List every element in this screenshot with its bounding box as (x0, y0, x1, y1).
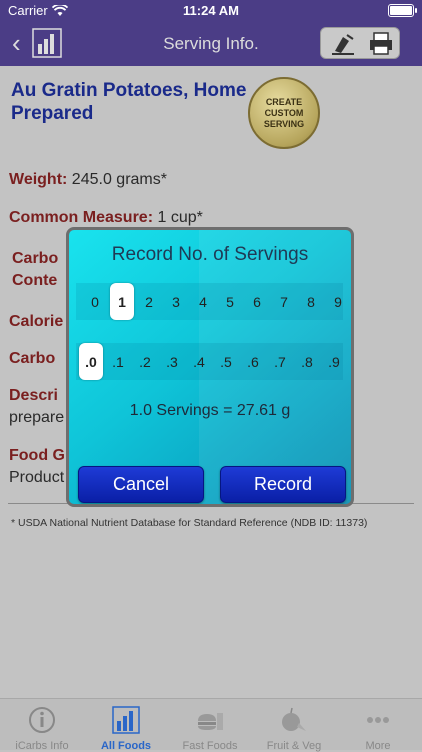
calories-label: Calorie (9, 313, 64, 330)
usda-footnote: * USDA National Nutrient Database for St… (11, 517, 368, 529)
tab-icarbs-info-label: iCarbs Info (15, 740, 69, 752)
status-bar: Carrier 11:24 AM (0, 0, 422, 22)
whole-digit-9[interactable]: 9 (326, 283, 350, 320)
tab-more-label: More (365, 740, 391, 752)
description-label: Descri (9, 387, 58, 404)
cancel-button[interactable]: Cancel (78, 466, 204, 503)
scale-icon[interactable] (329, 31, 357, 57)
common-measure-row: Common Measure: 1 cup* (9, 209, 203, 227)
whole-digit-2[interactable]: 2 (137, 283, 161, 320)
tab-fruit-veg[interactable]: Fruit & Veg (252, 705, 336, 752)
whole-digit-1-selected[interactable]: 1 (110, 283, 134, 320)
more-icon (367, 717, 389, 723)
common-measure-value: 1 cup* (153, 209, 203, 226)
whole-digit-0[interactable]: 0 (83, 283, 107, 320)
whole-digit-5[interactable]: 5 (218, 283, 242, 320)
carb-content-label-line2: Conte (12, 272, 58, 289)
tab-more[interactable]: More (336, 705, 420, 752)
whole-digit-3[interactable]: 3 (164, 283, 188, 320)
fraction-digit-1[interactable]: .1 (106, 343, 130, 380)
clock: 11:24 AM (183, 3, 239, 18)
fraction-digit-6[interactable]: .6 (241, 343, 265, 380)
printer-icon[interactable] (367, 31, 395, 57)
food-group-label: Food G (9, 447, 65, 464)
whole-digit-4[interactable]: 4 (191, 283, 215, 320)
description-value: prepare (9, 409, 65, 426)
dialog-title: Record No. of Servings (111, 244, 309, 265)
fraction-digit-0-selected[interactable]: .0 (79, 343, 103, 380)
tab-fast-foods[interactable]: Fast Foods (168, 705, 252, 752)
common-measure-label: Common Measure: (9, 209, 154, 226)
carb-content-label-line1: Carbo (12, 250, 59, 267)
whole-digit-7[interactable]: 7 (272, 283, 296, 320)
record-servings-dialog: Record No. of Servings 0 1 2 3 4 5 6 7 8… (66, 227, 354, 507)
record-button[interactable]: Record (220, 466, 346, 503)
fast-food-icon (198, 713, 223, 730)
nav-tools-group (320, 27, 400, 59)
whole-digit-8[interactable]: 8 (299, 283, 323, 320)
weight-label: Weight: (9, 171, 68, 188)
whole-digit-6[interactable]: 6 (245, 283, 269, 320)
fraction-servings-picker: .0 .1 .2 .3 .4 .5 .6 .7 .8 .9 (76, 343, 343, 380)
navigation-bar: ‹ Serving Info. (0, 22, 422, 66)
apple-icon (282, 707, 306, 731)
battery-icon (388, 4, 417, 17)
tab-all-foods[interactable]: All Foods (84, 705, 168, 752)
weight-row: Weight: 245.0 grams* (9, 171, 167, 189)
tab-icarbs-info[interactable]: iCarbs Info (0, 705, 84, 752)
tab-bar: iCarbs Info All Foods Fast Foods Fruit &… (0, 698, 422, 752)
bar-chart-icon (112, 706, 140, 734)
create-custom-serving-button[interactable]: CREATE CUSTOM SERVING (248, 77, 320, 149)
food-group-value: Product (9, 469, 65, 486)
fraction-digit-3[interactable]: .3 (160, 343, 184, 380)
fraction-digit-7[interactable]: .7 (268, 343, 292, 380)
tab-all-foods-label: All Foods (100, 740, 152, 752)
fraction-digit-2[interactable]: .2 (133, 343, 157, 380)
create-custom-serving-label: CREATE CUSTOM SERVING (263, 96, 305, 129)
servings-result: 1.0 Servings = 27.61 g (129, 402, 291, 419)
tab-fruit-veg-label: Fruit & Veg (266, 740, 322, 752)
tab-fast-foods-label: Fast Foods (182, 740, 238, 752)
weight-value: 245.0 grams* (67, 171, 167, 188)
carbs-label: Carbo (9, 350, 56, 367)
fraction-digit-5[interactable]: .5 (214, 343, 238, 380)
fraction-digit-9[interactable]: .9 (322, 343, 346, 380)
top-bar: Carrier 11:24 AM ‹ Serving Info. (0, 0, 422, 66)
food-name: Au Gratin Potatoes, Home Prepared (11, 80, 247, 124)
info-icon (29, 707, 55, 733)
fraction-digit-8[interactable]: .8 (295, 343, 319, 380)
fraction-digit-4[interactable]: .4 (187, 343, 211, 380)
whole-servings-picker: 0 1 2 3 4 5 6 7 8 9 (76, 283, 343, 320)
